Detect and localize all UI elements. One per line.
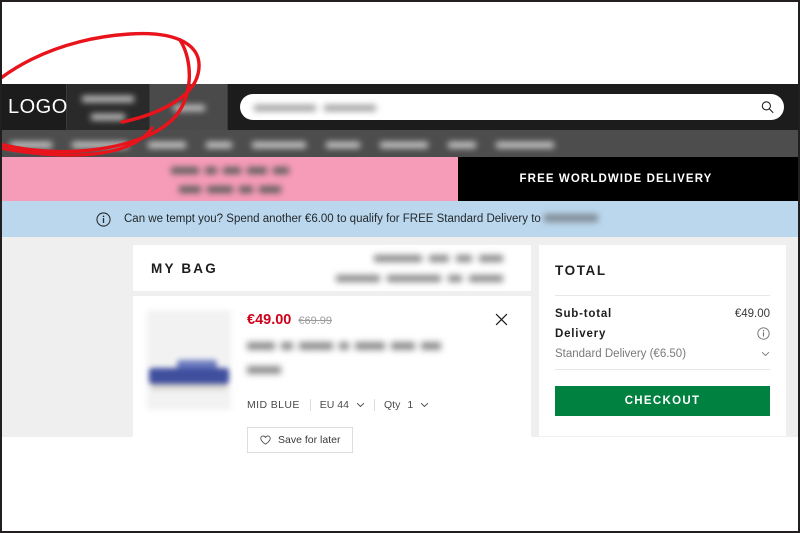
close-icon[interactable]	[494, 312, 509, 327]
order-summary-divider	[555, 295, 770, 296]
category-navigation	[2, 130, 798, 157]
delivery-destination-redacted	[544, 213, 598, 225]
order-summary-panel: TOTAL Sub-total €49.00 Delivery Standard…	[539, 245, 786, 436]
subtotal-value: €49.00	[734, 308, 770, 320]
chevron-down-icon	[761, 351, 770, 357]
product-name-redacted[interactable]	[247, 337, 441, 385]
heart-icon	[260, 435, 271, 445]
subnav-item-6[interactable]	[326, 135, 360, 153]
promo-banner-pink-text-redacted	[171, 160, 289, 198]
product-image-redacted[interactable]	[147, 310, 231, 410]
product-size-select[interactable]: EU 44	[311, 399, 375, 411]
product-price-row: €49.00 €69.99	[247, 312, 517, 328]
subnav-item-8[interactable]	[448, 135, 476, 153]
promo-banner-pink[interactable]	[2, 157, 458, 201]
product-price-original: €69.99	[298, 315, 333, 327]
product-colour-label: MID BLUE	[247, 399, 311, 411]
product-price-current: €49.00	[247, 312, 292, 328]
order-summary-title: TOTAL	[555, 263, 607, 278]
search-input[interactable]	[240, 94, 784, 120]
search-icon[interactable]	[761, 101, 774, 114]
promo-banner-black: FREE WORLDWIDE DELIVERY	[458, 157, 798, 201]
subnav-item-1[interactable]	[10, 135, 52, 153]
delivery-incentive-bar: Can we tempt you? Spend another €6.00 to…	[2, 201, 798, 237]
promo-banner-row: FREE WORLDWIDE DELIVERY	[2, 157, 798, 201]
subnav-item-9[interactable]	[496, 135, 554, 153]
search-placeholder-redacted	[254, 98, 376, 116]
subnav-item-7[interactable]	[380, 135, 428, 153]
save-for-later-button[interactable]: Save for later	[247, 427, 354, 453]
shipping-method-value: Standard Delivery (€6.50)	[555, 348, 687, 360]
save-for-later-label: Save for later	[278, 434, 341, 446]
bag-header-card: MY BAG	[133, 245, 531, 291]
subnav-item-4[interactable]	[206, 135, 232, 153]
product-size-value: EU 44	[319, 399, 349, 411]
product-variant-row: MID BLUE EU 44 Qty 1	[247, 399, 517, 411]
product-qty-value: 1	[407, 399, 414, 411]
header-nav-tab-1[interactable]	[67, 84, 150, 130]
subtotal-row: Sub-total €49.00	[555, 308, 770, 320]
subnav-item-5[interactable]	[252, 135, 306, 153]
subtotal-label: Sub-total	[555, 308, 613, 320]
logo-text: LOGO	[8, 95, 68, 118]
delivery-incentive-content: Can we tempt you? Spend another €6.00 to…	[96, 211, 598, 227]
delivery-label: Delivery	[555, 327, 607, 340]
chevron-down-icon	[420, 402, 429, 408]
product-qty-select[interactable]: Qty 1	[375, 399, 438, 411]
header-nav-tab-1-label-redacted	[82, 89, 134, 126]
info-circle-icon[interactable]	[757, 327, 770, 340]
chevron-down-icon	[356, 402, 365, 408]
browser-screenshot: LOGO FREE WORLDWIDE DELIVERY Can we temp…	[0, 0, 800, 533]
bag-line-item: €49.00 €69.99 MID BLUE EU 44 Qty 1 Save …	[133, 296, 531, 469]
subnav-item-3[interactable]	[148, 135, 186, 153]
site-header: LOGO	[2, 84, 798, 130]
subnav-item-2[interactable]	[72, 135, 128, 153]
bag-column: MY BAG €49.00 €69.99 MID BLUE EU 44 Qty …	[133, 245, 531, 469]
product-details: €49.00 €69.99 MID BLUE EU 44 Qty 1 Save …	[231, 310, 517, 453]
product-qty-label: Qty	[383, 399, 401, 411]
site-logo[interactable]: LOGO	[2, 84, 67, 130]
search-area	[228, 84, 798, 130]
shipping-method-select[interactable]: Standard Delivery (€6.50)	[555, 348, 770, 370]
page-title: MY BAG	[151, 260, 218, 276]
header-nav-tab-2[interactable]	[150, 84, 228, 130]
header-nav-tab-2-label-redacted	[172, 98, 205, 116]
bag-header-note-redacted	[336, 248, 503, 288]
delivery-incentive-message: Can we tempt you? Spend another €6.00 to…	[124, 213, 541, 226]
checkout-button[interactable]: CHECKOUT	[555, 386, 770, 416]
page-top-whitespace	[2, 2, 798, 84]
free-delivery-text: FREE WORLDWIDE DELIVERY	[519, 173, 713, 185]
delivery-incentive-text: Can we tempt you? Spend another €6.00 to…	[124, 213, 598, 225]
delivery-row: Delivery	[555, 327, 770, 340]
info-circle-icon	[96, 211, 111, 227]
